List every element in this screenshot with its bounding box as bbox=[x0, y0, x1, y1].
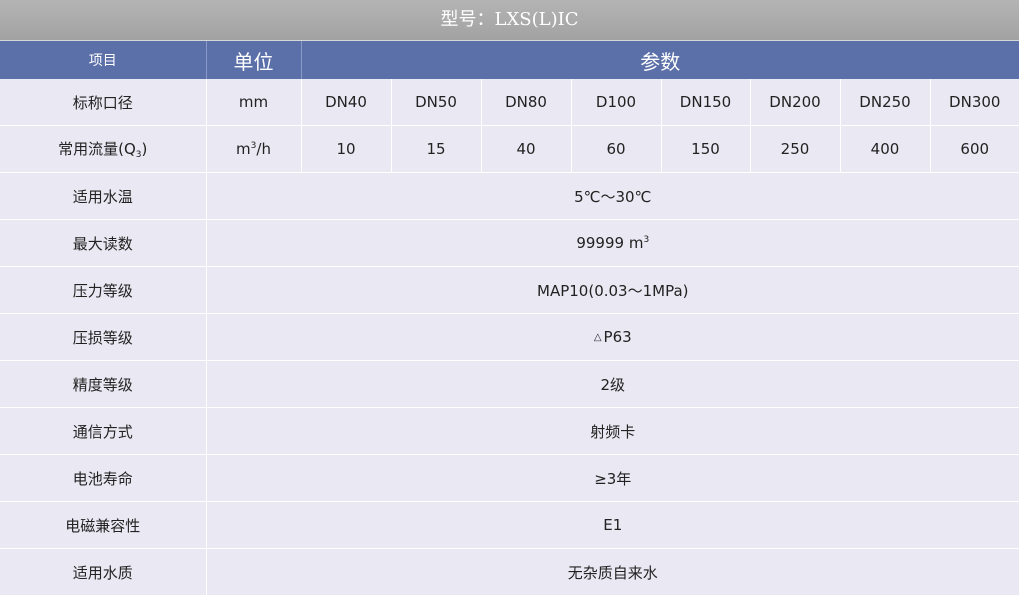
table-row-accuracy: 精度等级 2级 bbox=[0, 361, 1019, 408]
row-value: E1 bbox=[206, 502, 1019, 549]
flow-cell: 40 bbox=[481, 126, 571, 173]
diameter-cell: DN40 bbox=[301, 79, 391, 126]
row-value: △P63 bbox=[206, 314, 1019, 361]
diameter-cell: DN300 bbox=[930, 79, 1019, 126]
flow-cell: 250 bbox=[750, 126, 840, 173]
flow-cell: 60 bbox=[571, 126, 661, 173]
row-label: 最大读数 bbox=[0, 220, 206, 267]
row-label: 精度等级 bbox=[0, 361, 206, 408]
table-row-emc: 电磁兼容性 E1 bbox=[0, 502, 1019, 549]
max-reading-sup: 3 bbox=[643, 235, 649, 245]
pressure-loss-value: P63 bbox=[604, 328, 632, 346]
diameter-cell: DN80 bbox=[481, 79, 571, 126]
max-reading-value: 99999 m bbox=[576, 234, 643, 252]
header-params: 参数 bbox=[301, 41, 1019, 79]
spec-sheet: 型号：LXS(L)IC 项目 单位 参数 标称口径 mm DN40 DN50 D… bbox=[0, 0, 1020, 589]
table-row-communication: 通信方式 射频卡 bbox=[0, 408, 1019, 455]
row-value: 无杂质自来水 bbox=[206, 549, 1019, 595]
unit-tail: /h bbox=[256, 140, 271, 158]
flow-cell: 150 bbox=[661, 126, 750, 173]
flow-cell: 10 bbox=[301, 126, 391, 173]
flow-label-close: ) bbox=[142, 140, 148, 158]
table-row-max-reading: 最大读数 99999 m3 bbox=[0, 220, 1019, 267]
header-item: 项目 bbox=[0, 41, 206, 79]
flow-cell: 400 bbox=[840, 126, 930, 173]
flow-cell: 600 bbox=[930, 126, 1019, 173]
row-label: 适用水温 bbox=[0, 173, 206, 220]
row-value: 射频卡 bbox=[206, 408, 1019, 455]
row-label: 通信方式 bbox=[0, 408, 206, 455]
row-label: 电池寿命 bbox=[0, 455, 206, 502]
row-label: 电磁兼容性 bbox=[0, 502, 206, 549]
row-value: 2级 bbox=[206, 361, 1019, 408]
diameter-cell: DN150 bbox=[661, 79, 750, 126]
diameter-cell: DN250 bbox=[840, 79, 930, 126]
spec-table: 项目 单位 参数 标称口径 mm DN40 DN50 DN80 D100 DN1… bbox=[0, 41, 1019, 595]
row-unit: m3/h bbox=[206, 126, 301, 173]
row-unit: mm bbox=[206, 79, 301, 126]
diameter-cell: DN200 bbox=[750, 79, 840, 126]
model-title: 型号：LXS(L)IC bbox=[0, 0, 1019, 41]
row-value: 5℃～30℃ bbox=[206, 173, 1019, 220]
row-value: MAP10(0.03～1MPa) bbox=[206, 267, 1019, 314]
table-row-battery-life: 电池寿命 ≥3年 bbox=[0, 455, 1019, 502]
diameter-cell: DN50 bbox=[391, 79, 481, 126]
row-label: 标称口径 bbox=[0, 79, 206, 126]
diameter-cell: D100 bbox=[571, 79, 661, 126]
table-row-water-temp: 适用水温 5℃～30℃ bbox=[0, 173, 1019, 220]
row-value: 99999 m3 bbox=[206, 220, 1019, 267]
row-label: 适用水质 bbox=[0, 549, 206, 595]
row-label: 常用流量(Q3) bbox=[0, 126, 206, 173]
table-row-pressure-loss: 压损等级 △P63 bbox=[0, 314, 1019, 361]
triangle-icon: △ bbox=[594, 332, 602, 343]
table-row-pressure-class: 压力等级 MAP10(0.03～1MPa) bbox=[0, 267, 1019, 314]
unit-base: m bbox=[236, 140, 251, 158]
flow-label-text: 常用流量(Q bbox=[58, 140, 136, 158]
row-value: ≥3年 bbox=[206, 455, 1019, 502]
flow-cell: 15 bbox=[391, 126, 481, 173]
table-row-flow-rate: 常用流量(Q3) m3/h 10 15 40 60 150 250 400 60… bbox=[0, 126, 1019, 173]
row-label: 压损等级 bbox=[0, 314, 206, 361]
table-row-water-quality: 适用水质 无杂质自来水 bbox=[0, 549, 1019, 595]
table-row-nominal-diameter: 标称口径 mm DN40 DN50 DN80 D100 DN150 DN200 … bbox=[0, 79, 1019, 126]
row-label: 压力等级 bbox=[0, 267, 206, 314]
header-unit: 单位 bbox=[206, 41, 301, 79]
table-header-row: 项目 单位 参数 bbox=[0, 41, 1019, 79]
